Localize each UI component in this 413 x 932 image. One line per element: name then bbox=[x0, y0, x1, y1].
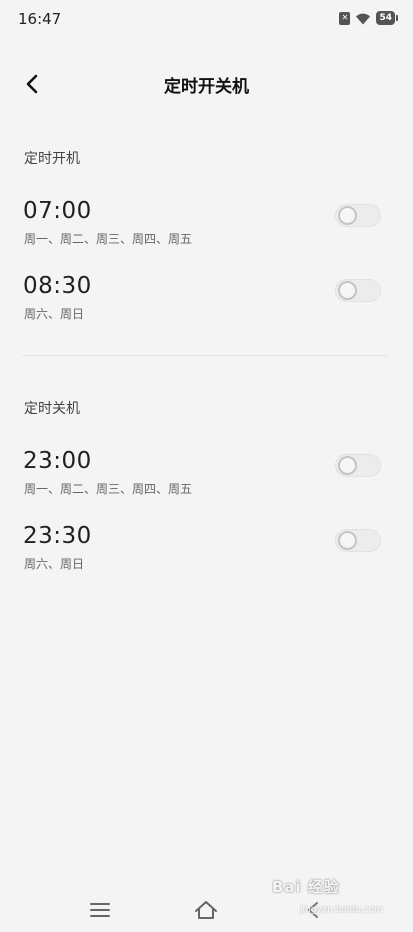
battery-indicator: 54 bbox=[376, 11, 398, 25]
status-bar: 16:47 ✕ 54 bbox=[0, 0, 413, 40]
section-title-power-on: 定时开机 bbox=[24, 151, 80, 167]
app-header: 定时开关机 bbox=[0, 62, 413, 106]
sim-off-icon: ✕ bbox=[339, 11, 351, 25]
status-time: 16:47 bbox=[18, 10, 62, 28]
toggle-knob bbox=[338, 206, 357, 225]
schedule-row-power-on-2[interactable]: 08:30 周六、周日 bbox=[0, 273, 413, 333]
baidu-watermark: Bai 经验 bbox=[272, 878, 340, 896]
wifi-icon bbox=[356, 13, 371, 24]
schedule-days: 周六、周日 bbox=[24, 557, 85, 571]
schedule-toggle[interactable] bbox=[335, 204, 381, 227]
baidu-watermark-url: jingyan.baidu.com bbox=[300, 905, 384, 915]
toggle-knob bbox=[338, 456, 357, 475]
schedule-time: 08:30 bbox=[23, 273, 92, 299]
schedule-row-power-off-2[interactable]: 23:30 周六、周日 bbox=[0, 523, 413, 583]
status-icons: ✕ 54 bbox=[339, 11, 398, 25]
schedule-row-power-on-1[interactable]: 07:00 周一、周二、周三、周四、周五 bbox=[0, 198, 413, 258]
schedule-row-power-off-1[interactable]: 23:00 周一、周二、周三、周四、周五 bbox=[0, 448, 413, 508]
schedule-toggle[interactable] bbox=[335, 529, 381, 552]
page-title: 定时开关机 bbox=[164, 77, 249, 97]
toggle-knob bbox=[338, 281, 357, 300]
home-button[interactable] bbox=[192, 896, 220, 924]
toggle-knob bbox=[338, 531, 357, 550]
section-divider bbox=[22, 355, 388, 356]
schedule-days: 周一、周二、周三、周四、周五 bbox=[24, 482, 193, 496]
schedule-time: 23:30 bbox=[23, 523, 92, 549]
schedule-time: 23:00 bbox=[23, 448, 92, 474]
schedule-toggle[interactable] bbox=[335, 279, 381, 302]
home-icon bbox=[195, 901, 217, 919]
schedule-toggle[interactable] bbox=[335, 454, 381, 477]
schedule-time: 07:00 bbox=[23, 198, 92, 224]
schedule-days: 周六、周日 bbox=[24, 307, 85, 321]
menu-icon bbox=[90, 903, 110, 917]
menu-button[interactable] bbox=[86, 896, 114, 924]
section-title-power-off: 定时关机 bbox=[24, 401, 80, 417]
schedule-days: 周一、周二、周三、周四、周五 bbox=[24, 232, 193, 246]
